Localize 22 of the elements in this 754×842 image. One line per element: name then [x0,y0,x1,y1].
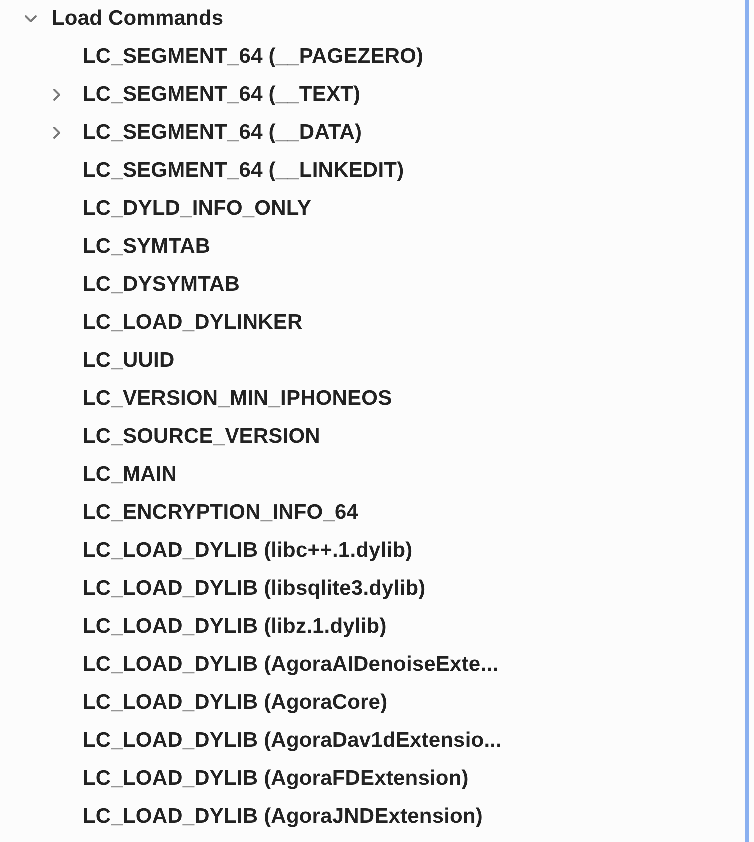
tree-item[interactable]: LC_LOAD_DYLIB (AgoraDav1dExtensio... [83,729,502,753]
tree-item[interactable]: LC_LOAD_DYLIB (AgoraCore) [83,691,388,715]
tree-item[interactable]: LC_DYSYMTAB [83,273,240,297]
tree-item[interactable]: LC_LOAD_DYLIB (AgoraFDExtension) [83,767,469,791]
tree-item[interactable]: LC_VERSION_MIN_IPHONEOS [83,387,392,411]
tree-item[interactable]: LC_LOAD_DYLIB (libc++.1.dylib) [83,539,413,563]
tree-item[interactable]: LC_LOAD_DYLIB (AgoraAIDenoiseExte... [83,653,498,677]
tree-item[interactable]: LC_MAIN [83,463,178,487]
tree-item[interactable]: LC_LOAD_DYLIB (libsqlite3.dylib) [83,577,426,601]
tree-item[interactable]: LC_SOURCE_VERSION [83,425,320,449]
tree-item[interactable]: LC_LOAD_DYLIB (libz.1.dylib) [83,615,387,639]
tree-item[interactable]: LC_LOAD_DYLINKER [83,311,303,335]
tree-item[interactable]: LC_SEGMENT_64 (__LINKEDIT) [83,159,404,183]
tree-item[interactable]: LC_ENCRYPTION_INFO_64 [83,501,359,525]
tree-item[interactable]: LC_SEGMENT_64 (__TEXT) [83,83,361,107]
tree-item[interactable]: LC_SEGMENT_64 (__PAGEZERO) [83,45,424,69]
tree-item[interactable]: Load Commands [52,7,224,31]
tree-item[interactable]: LC_SEGMENT_64 (__DATA) [83,121,362,145]
tree-item[interactable]: LC_LOAD_DYLIB (AgoraJNDExtension) [83,805,484,829]
tree-item[interactable]: LC_UUID [83,349,175,373]
tree-item[interactable]: LC_SYMTAB [83,235,211,259]
tree-item[interactable]: LC_DYLD_INFO_ONLY [83,197,312,221]
